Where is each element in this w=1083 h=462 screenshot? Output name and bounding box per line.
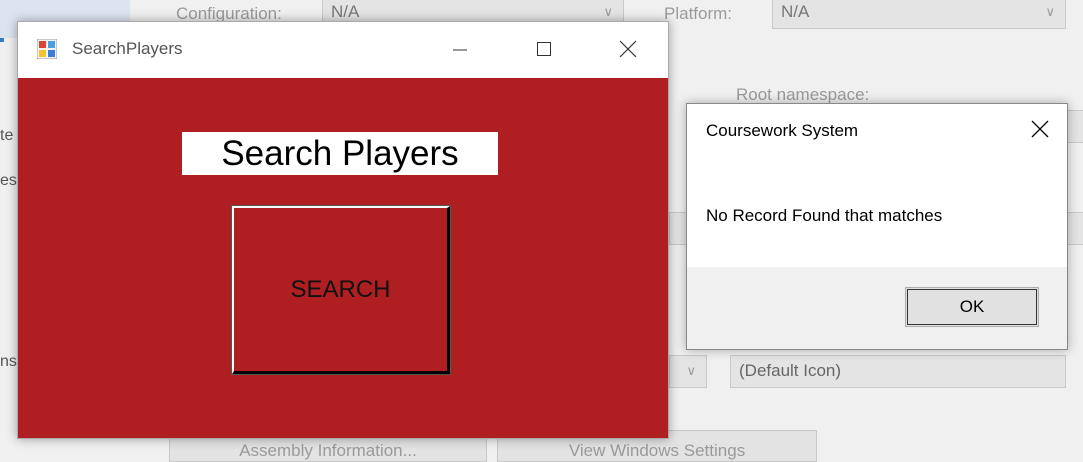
- configuration-value: N/A: [331, 2, 360, 21]
- app-icon: [36, 38, 58, 60]
- message-text: No Record Found that matches: [706, 206, 943, 225]
- label-fragment: te: [0, 127, 14, 144]
- search-button-label: SEARCH: [290, 275, 391, 303]
- ok-button[interactable]: OK: [905, 287, 1039, 327]
- close-icon: [1031, 120, 1049, 138]
- minimize-button[interactable]: [437, 31, 483, 67]
- close-button[interactable]: [605, 31, 651, 67]
- label-fragment: es: [0, 172, 17, 189]
- icon-combo[interactable]: (Default Icon): [730, 355, 1066, 388]
- close-icon: [619, 40, 637, 58]
- window-title: SearchPlayers: [72, 39, 183, 58]
- root-namespace-label: Root namespace:: [736, 85, 870, 104]
- label-fragment: ns: [0, 353, 17, 370]
- platform-label: Platform:: [664, 4, 733, 23]
- message-box-title: Coursework System: [706, 121, 859, 140]
- search-players-window: SearchPlayers Search Players SEARCH: [17, 21, 669, 439]
- message-box-footer: OK: [687, 267, 1067, 349]
- maximize-button[interactable]: [521, 31, 567, 67]
- chevron-down-icon: ∨: [1045, 4, 1055, 19]
- page-title: Search Players: [182, 132, 498, 175]
- chevron-down-icon: ∨: [686, 363, 696, 378]
- message-box: Coursework System No Record Found that m…: [686, 103, 1068, 350]
- background-sidebar-marker: [0, 38, 4, 42]
- search-players-client-area: Search Players SEARCH: [18, 78, 668, 438]
- message-box-close-button[interactable]: [1025, 114, 1055, 144]
- maximize-icon: [537, 42, 551, 56]
- search-button[interactable]: SEARCH: [231, 205, 451, 375]
- platform-value: N/A: [781, 2, 810, 21]
- platform-combo[interactable]: N/A ∨: [772, 0, 1066, 29]
- icon-value: (Default Icon): [739, 361, 842, 380]
- window-titlebar[interactable]: SearchPlayers: [18, 22, 668, 78]
- minimize-icon: [453, 49, 467, 51]
- icon-combo-partial[interactable]: ∨: [669, 355, 707, 388]
